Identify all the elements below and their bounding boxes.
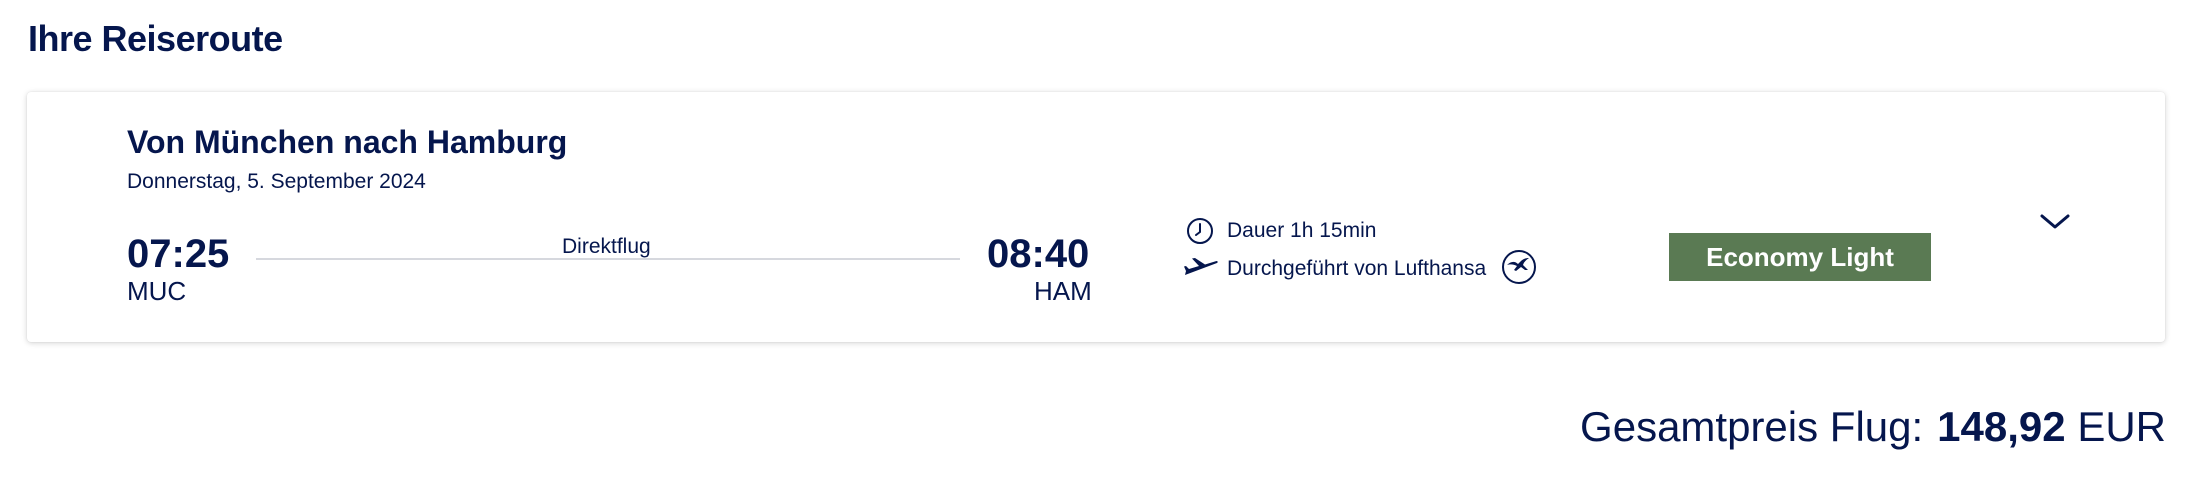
total-price-label: Gesamtpreis Flug: — [1580, 403, 1924, 450]
clock-icon — [1185, 216, 1215, 246]
airplane-icon — [1183, 255, 1219, 279]
flight-type-label: Direktflug — [562, 235, 651, 258]
arrival-airport-code: HAM — [1034, 276, 1092, 306]
chevron-down-icon[interactable] — [2035, 202, 2075, 242]
departure-time: 07:25 — [127, 232, 230, 276]
lufthansa-crane-logo — [1501, 249, 1537, 285]
flight-date: Donnerstag, 5. September 2024 — [127, 170, 426, 193]
departure-airport-code: MUC — [127, 276, 187, 306]
route-title: Von München nach Hamburg — [127, 124, 568, 160]
flight-duration: Dauer 1h 15min — [1227, 219, 1377, 242]
total-price-amount: 148,92 — [1937, 403, 2066, 450]
page-title: Ihre Reiseroute — [28, 18, 283, 59]
total-price-currency: EUR — [2077, 403, 2166, 450]
operated-by-label: Durchgeführt von Lufthansa — [1227, 257, 1487, 280]
arrival-time: 08:40 — [987, 232, 1090, 276]
fare-class-badge: Economy Light — [1669, 233, 1931, 281]
itinerary-card: Von München nach Hamburg Donnerstag, 5. … — [27, 92, 2165, 342]
total-price: Gesamtpreis Flug: 148,92 EUR — [1580, 403, 2166, 451]
